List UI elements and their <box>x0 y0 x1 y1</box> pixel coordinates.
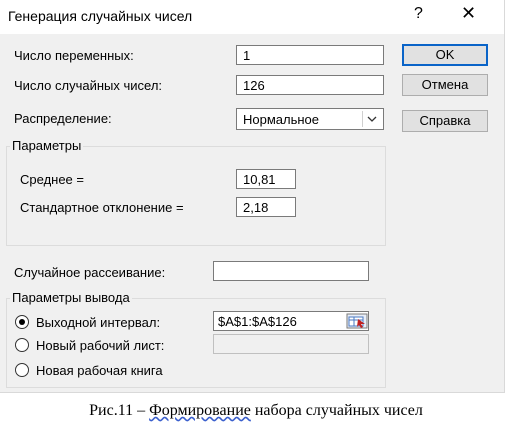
output-range-value: $A$1:$A$126 <box>218 314 297 329</box>
distribution-label: Распределение: <box>14 111 112 126</box>
new-sheet-radio[interactable] <box>15 338 29 352</box>
distribution-value: Нормальное <box>243 112 320 127</box>
help-icon[interactable]: ? <box>414 5 423 23</box>
distribution-select[interactable]: Нормальное <box>236 108 384 130</box>
std-input[interactable]: 2,18 <box>236 197 296 217</box>
mean-label: Среднее = <box>20 172 84 187</box>
ok-button[interactable]: OK <box>402 44 488 66</box>
range-select-icon[interactable] <box>346 313 368 329</box>
chevron-down-icon[interactable] <box>362 111 381 127</box>
caption-prefix: Рис.11 – <box>89 402 150 419</box>
output-range-radio[interactable] <box>15 315 29 329</box>
caption-suffix: набора случайных чисел <box>250 402 423 419</box>
mean-input[interactable]: 10,81 <box>236 169 296 189</box>
parameters-title: Параметры <box>10 138 84 153</box>
count-label: Число случайных чисел: <box>14 78 163 93</box>
variables-label: Число переменных: <box>14 48 134 63</box>
title-bar: Генерация случайных чисел ? ✕ <box>0 0 504 34</box>
help-button[interactable]: Справка <box>402 110 488 132</box>
new-sheet-label: Новый рабочий лист: <box>36 338 165 353</box>
new-book-radio[interactable] <box>15 363 29 377</box>
new-book-label: Новая рабочая книга <box>36 363 163 378</box>
variables-input[interactable]: 1 <box>236 45 384 65</box>
new-sheet-input[interactable] <box>213 334 369 354</box>
std-label: Стандартное отклонение = <box>20 200 184 215</box>
random-number-generation-dialog: Генерация случайных чисел ? ✕ Число пере… <box>0 0 505 393</box>
output-range-label: Выходной интервал: <box>36 315 161 330</box>
parameters-group <box>6 146 386 246</box>
caption-underlined: Формирование <box>149 402 251 419</box>
count-input[interactable]: 126 <box>236 75 384 95</box>
seed-label: Случайное рассеивание: <box>14 265 166 280</box>
seed-input[interactable] <box>213 261 369 281</box>
close-icon[interactable]: ✕ <box>461 3 476 24</box>
cancel-button[interactable]: Отмена <box>402 74 488 96</box>
figure-caption: Рис.11 – Формирование набора случайных ч… <box>0 402 512 420</box>
dialog-title: Генерация случайных чисел <box>8 8 193 24</box>
output-options-title: Параметры вывода <box>10 290 132 305</box>
